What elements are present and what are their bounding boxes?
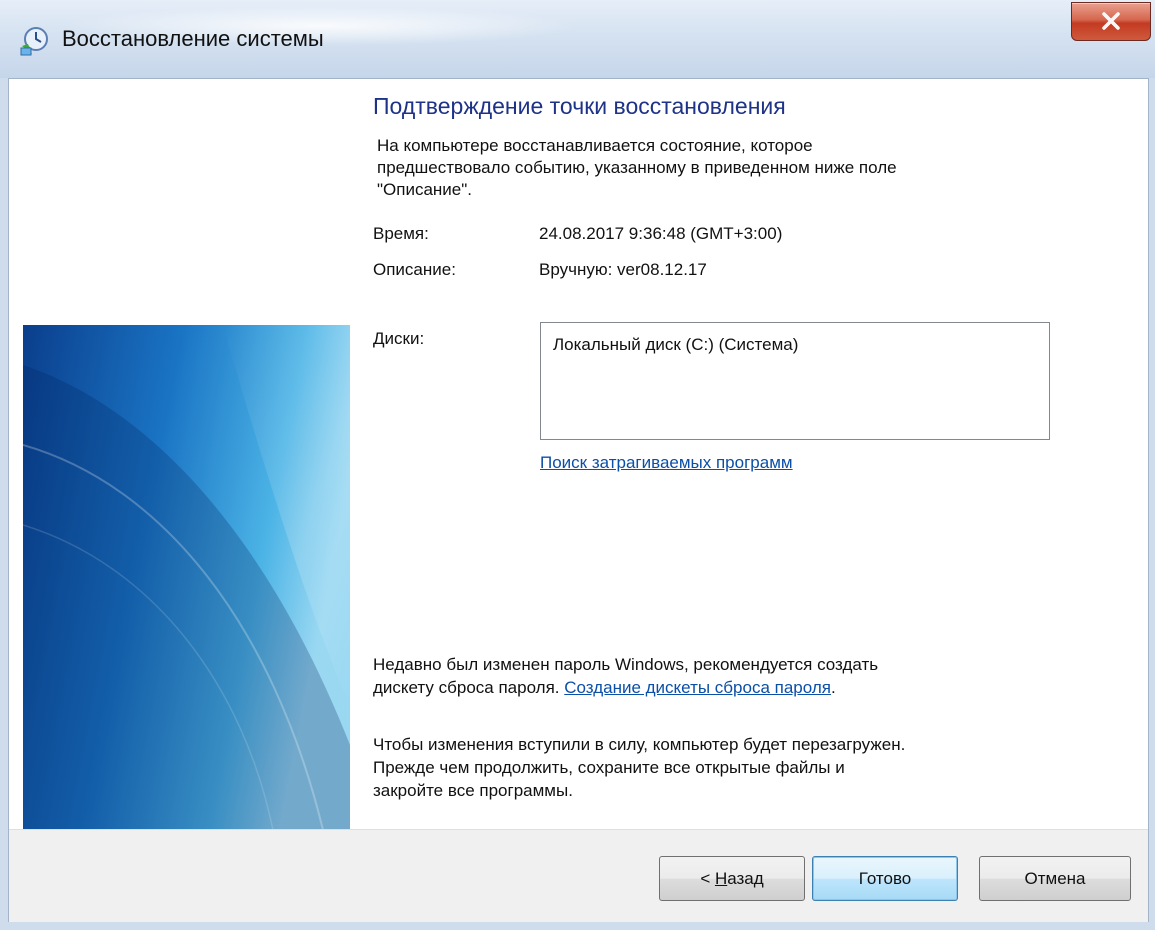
close-icon <box>1102 12 1120 30</box>
affected-programs-link[interactable]: Поиск затрагиваемых программ <box>540 453 793 473</box>
time-label: Время: <box>373 224 429 243</box>
dialog-client: Подтверждение точки восстановления На ко… <box>8 78 1149 922</box>
time-value: 24.08.2017 9:36:48 (GMT+3:00) <box>539 224 783 243</box>
restart-note: Чтобы изменения вступили в силу, компьют… <box>373 733 1133 802</box>
back-mnemonic: Н <box>714 868 728 888</box>
cancel-button[interactable]: Отмена <box>979 856 1131 901</box>
button-bar: < Назад Готово Отмена <box>9 829 1148 922</box>
description-line: На компьютере восстанавливается состояни… <box>377 136 813 155</box>
content-area: Подтверждение точки восстановления На ко… <box>373 79 1143 829</box>
window-title: Восстановление системы <box>62 26 324 51</box>
system-restore-icon <box>20 27 48 56</box>
back-prefix: < <box>700 868 715 888</box>
password-note: Недавно был изменен пароль Windows, реко… <box>373 653 1133 699</box>
side-panel <box>9 79 350 830</box>
password-note-line: дискету сброса пароля. Создание дискеты … <box>373 676 1133 699</box>
finish-button[interactable]: Готово <box>812 856 958 901</box>
description-line: предшествовало событию, указанному в при… <box>377 158 897 177</box>
close-button[interactable] <box>1071 2 1151 41</box>
back-button[interactable]: < Назад <box>659 856 805 901</box>
password-note-suffix: . <box>830 678 836 697</box>
description-label: Описание: <box>373 260 456 279</box>
password-note-prefix: дискету сброса пароля. <box>373 678 565 697</box>
list-item[interactable]: Локальный диск (C:) (Система) <box>553 335 798 355</box>
restart-note-line: Прежде чем продолжить, сохраните все отк… <box>373 758 845 777</box>
password-note-line: Недавно был изменен пароль Windows, реко… <box>373 655 879 674</box>
back-label-rest: азад <box>727 868 764 888</box>
disks-list[interactable]: Локальный диск (C:) (Система) <box>540 322 1050 440</box>
title-bar[interactable]: Восстановление системы <box>0 0 1155 78</box>
restart-note-line: закройте все программы. <box>373 781 573 800</box>
disks-label: Диски: <box>373 329 425 348</box>
description-line: "Описание". <box>377 180 473 199</box>
description-value: Вручную: ver08.12.17 <box>539 260 707 279</box>
restart-note-line: Чтобы изменения вступили в силу, компьют… <box>373 735 906 754</box>
decorative-banner <box>23 325 350 830</box>
page-title: Подтверждение точки восстановления <box>373 93 786 119</box>
password-reset-link[interactable]: Создание дискеты сброса пароля <box>564 678 831 697</box>
window-frame: Восстановление системы Подтверждение точ… <box>0 0 1155 930</box>
description-text: На компьютере восстанавливается состояни… <box>377 135 1097 201</box>
